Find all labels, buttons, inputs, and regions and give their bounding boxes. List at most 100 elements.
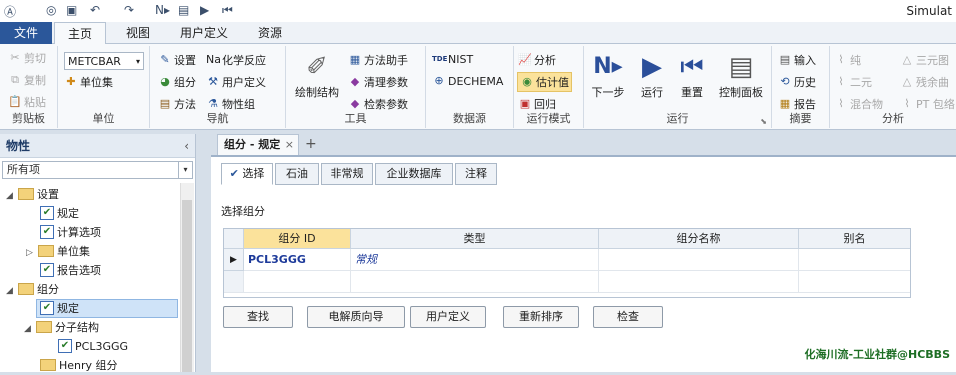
group-label-run-mode: 运行模式 [526,112,571,125]
control-panel-qa-icon[interactable]: ▤ [178,3,189,17]
cell-new-name[interactable] [599,271,799,293]
close-icon[interactable]: × [285,135,294,155]
document-tab-bar: 组分 - 规定 × + [197,134,956,156]
tab-resources[interactable]: 资源 [244,22,296,44]
run-qa-icon[interactable]: ▶ [200,3,209,17]
subtab-enterprise-db[interactable]: 企业数据库 [375,163,453,185]
analysis-mode-button[interactable]: 📈 分析 [518,52,556,68]
analysis-icon: 📈 [518,53,532,66]
column-header-alias[interactable]: 别名 [799,229,910,249]
expand-triangle-icon: ◢ [6,191,13,201]
ribbon: ✂ 剪切 ⧉ 复制 📋 粘贴 剪贴板 METCBAR ▾ ✚ 单位集 单位 ✎ 设置 ◕ 组分… [0,44,956,130]
group-tools: ✐ 绘制结构 ▦ 方法助手 ◆ 清理参数 ◆ 检索参数 工具 [286,46,426,128]
unit-sets-button[interactable]: ✚ 单位集 [64,74,113,90]
control-panel-button[interactable]: ▤ 控制面板 [714,50,768,100]
binary-analysis-button[interactable]: ⌇ 二元 [834,74,872,90]
tree-item-unit-sets[interactable]: ▷ 单位集 [26,242,90,261]
nist-button[interactable]: TDE NIST [432,52,473,66]
app-title: Simulat [906,4,952,18]
cell-new-alias[interactable] [799,271,910,293]
cell-component-id[interactable]: PCL3GGG [244,249,351,271]
history-button[interactable]: ⟲ 历史 [778,74,816,90]
check-icon: ✔ [40,263,54,277]
cell-new-id[interactable] [244,271,351,293]
components-button[interactable]: ◕ 组分 [158,74,196,90]
methods-assistant-button[interactable]: ▦ 方法助手 [348,52,408,68]
dechema-button[interactable]: ⊕ DECHEMA [432,74,503,88]
ternary-button[interactable]: △ 三元图 [900,52,949,68]
save-icon[interactable]: ▣ [66,3,77,17]
tab-customize[interactable]: 用户定义 [168,22,240,44]
pure-analysis-button[interactable]: ⌇ 纯 [834,52,861,68]
residue-curves-button[interactable]: △ 残余曲 [900,74,949,90]
reset-button[interactable]: ⏮ 重置 [674,50,710,100]
input-button[interactable]: ▤ 输入 [778,52,816,68]
redo-icon[interactable]: ↷ [124,3,134,17]
nav-filter-select[interactable]: 所有项 ▾ [2,161,193,179]
tab-view[interactable]: 视图 [112,22,164,44]
tab-home[interactable]: 主页 [54,22,106,45]
column-header-component-name[interactable]: 组分名称 [599,229,799,249]
unit-select[interactable]: METCBAR ▾ [64,52,144,70]
subtab-nonconventional[interactable]: 非常规 [321,163,373,185]
grid-corner [224,229,244,249]
clean-params-button[interactable]: ◆ 清理参数 [348,74,408,90]
user-defined-button[interactable]: ⚒ 用户定义 [206,74,266,90]
paste-button[interactable]: 📋 粘贴 [8,94,46,110]
group-analysis: ⌇ 纯 ⌇ 二元 ⌇ 混合物 △ 三元图 △ 残余曲 ⌇ PT 包络 分析 [830,46,956,128]
pt-envelope-icon: ⌇ [904,97,910,110]
cell-component-name[interactable] [599,249,799,271]
reset-qa-icon[interactable]: ⏮ [222,3,233,18]
run-button[interactable]: ▶ 运行 [634,50,670,100]
add-tab-icon[interactable]: + [305,134,317,154]
section-label: 选择组分 [221,205,265,218]
user-defined-comp-button[interactable]: 用户定义 [410,306,486,328]
tree-item-calc-options[interactable]: ✔ 计算选项 [40,223,101,242]
dialog-launcher-icon[interactable]: ⬊ [760,117,767,126]
copy-button[interactable]: ⧉ 复制 [8,72,46,88]
group-label-navigate: 导航 [206,112,229,125]
subtab-petroleum[interactable]: 石油 [275,163,319,185]
components-grid: 组分 ID 类型 组分名称 别名 ▶ PCL3GGG 常规 [223,228,911,298]
check-icon: ✔ [58,339,72,353]
cell-type[interactable]: 常规 [351,249,599,271]
tree-item-henry[interactable]: Henry 组分 [40,356,118,375]
subtab-comments[interactable]: 注释 [455,163,497,185]
copy-icon: ⧉ [11,73,19,86]
new-row-indicator [224,271,244,293]
draw-structure-button[interactable]: ✐ 绘制结构 [290,50,344,100]
next-qa-icon[interactable]: N▸ [155,3,170,17]
column-header-component-id[interactable]: 组分 ID [244,229,351,249]
tree-item-setup[interactable]: ◢ 设置 [6,185,59,204]
setup-button[interactable]: ✎ 设置 [158,52,196,68]
reorder-button[interactable]: 重新排序 [503,306,579,328]
group-datasource: TDE NIST ⊕ DECHEMA 数据源 [426,46,514,128]
find-button[interactable]: 查找 [223,306,293,328]
collapse-icon[interactable]: ‹ [184,134,189,158]
subtab-selection[interactable]: ✔ 选择 [221,163,273,185]
tree-item-setup-spec[interactable]: ✔ 规定 [40,204,79,223]
history-icon: ⟲ [780,75,790,88]
tree-item-report-options[interactable]: ✔ 报告选项 [40,261,101,280]
tree-item-molecular-structure[interactable]: ◢ 分子结构 [24,318,99,337]
new-icon[interactable]: ◎ [46,3,56,17]
cut-button[interactable]: ✂ 剪切 [8,50,46,66]
tree-item-components-spec[interactable]: ✔ 规定 [40,299,79,318]
cell-alias[interactable] [799,249,910,271]
next-button[interactable]: N▸ 下一步 [588,50,628,100]
check-circle-icon: ✔ [229,167,239,180]
nav-scrollbar-thumb[interactable] [182,200,192,372]
review-button[interactable]: 检查 [593,306,663,328]
group-label-summary: 摘要 [789,112,812,125]
column-header-type[interactable]: 类型 [351,229,599,249]
tab-file[interactable]: 文件 [0,22,52,44]
estimation-mode-button[interactable]: ◉ 估计值 [517,72,572,92]
methods-icon: ▤ [159,97,171,110]
electrolyte-wizard-button[interactable]: 电解质向导 [307,306,405,328]
document-tab[interactable]: 组分 - 规定 × [217,134,299,156]
tree-item-components[interactable]: ◢ 组分 [6,280,59,299]
tree-item-pcl3ggg[interactable]: ✔ PCL3GGG [58,337,128,356]
cell-new-type[interactable] [351,271,599,293]
chemistry-button[interactable]: Na 化学反应 [206,52,266,68]
undo-icon[interactable]: ↶ [90,3,100,17]
